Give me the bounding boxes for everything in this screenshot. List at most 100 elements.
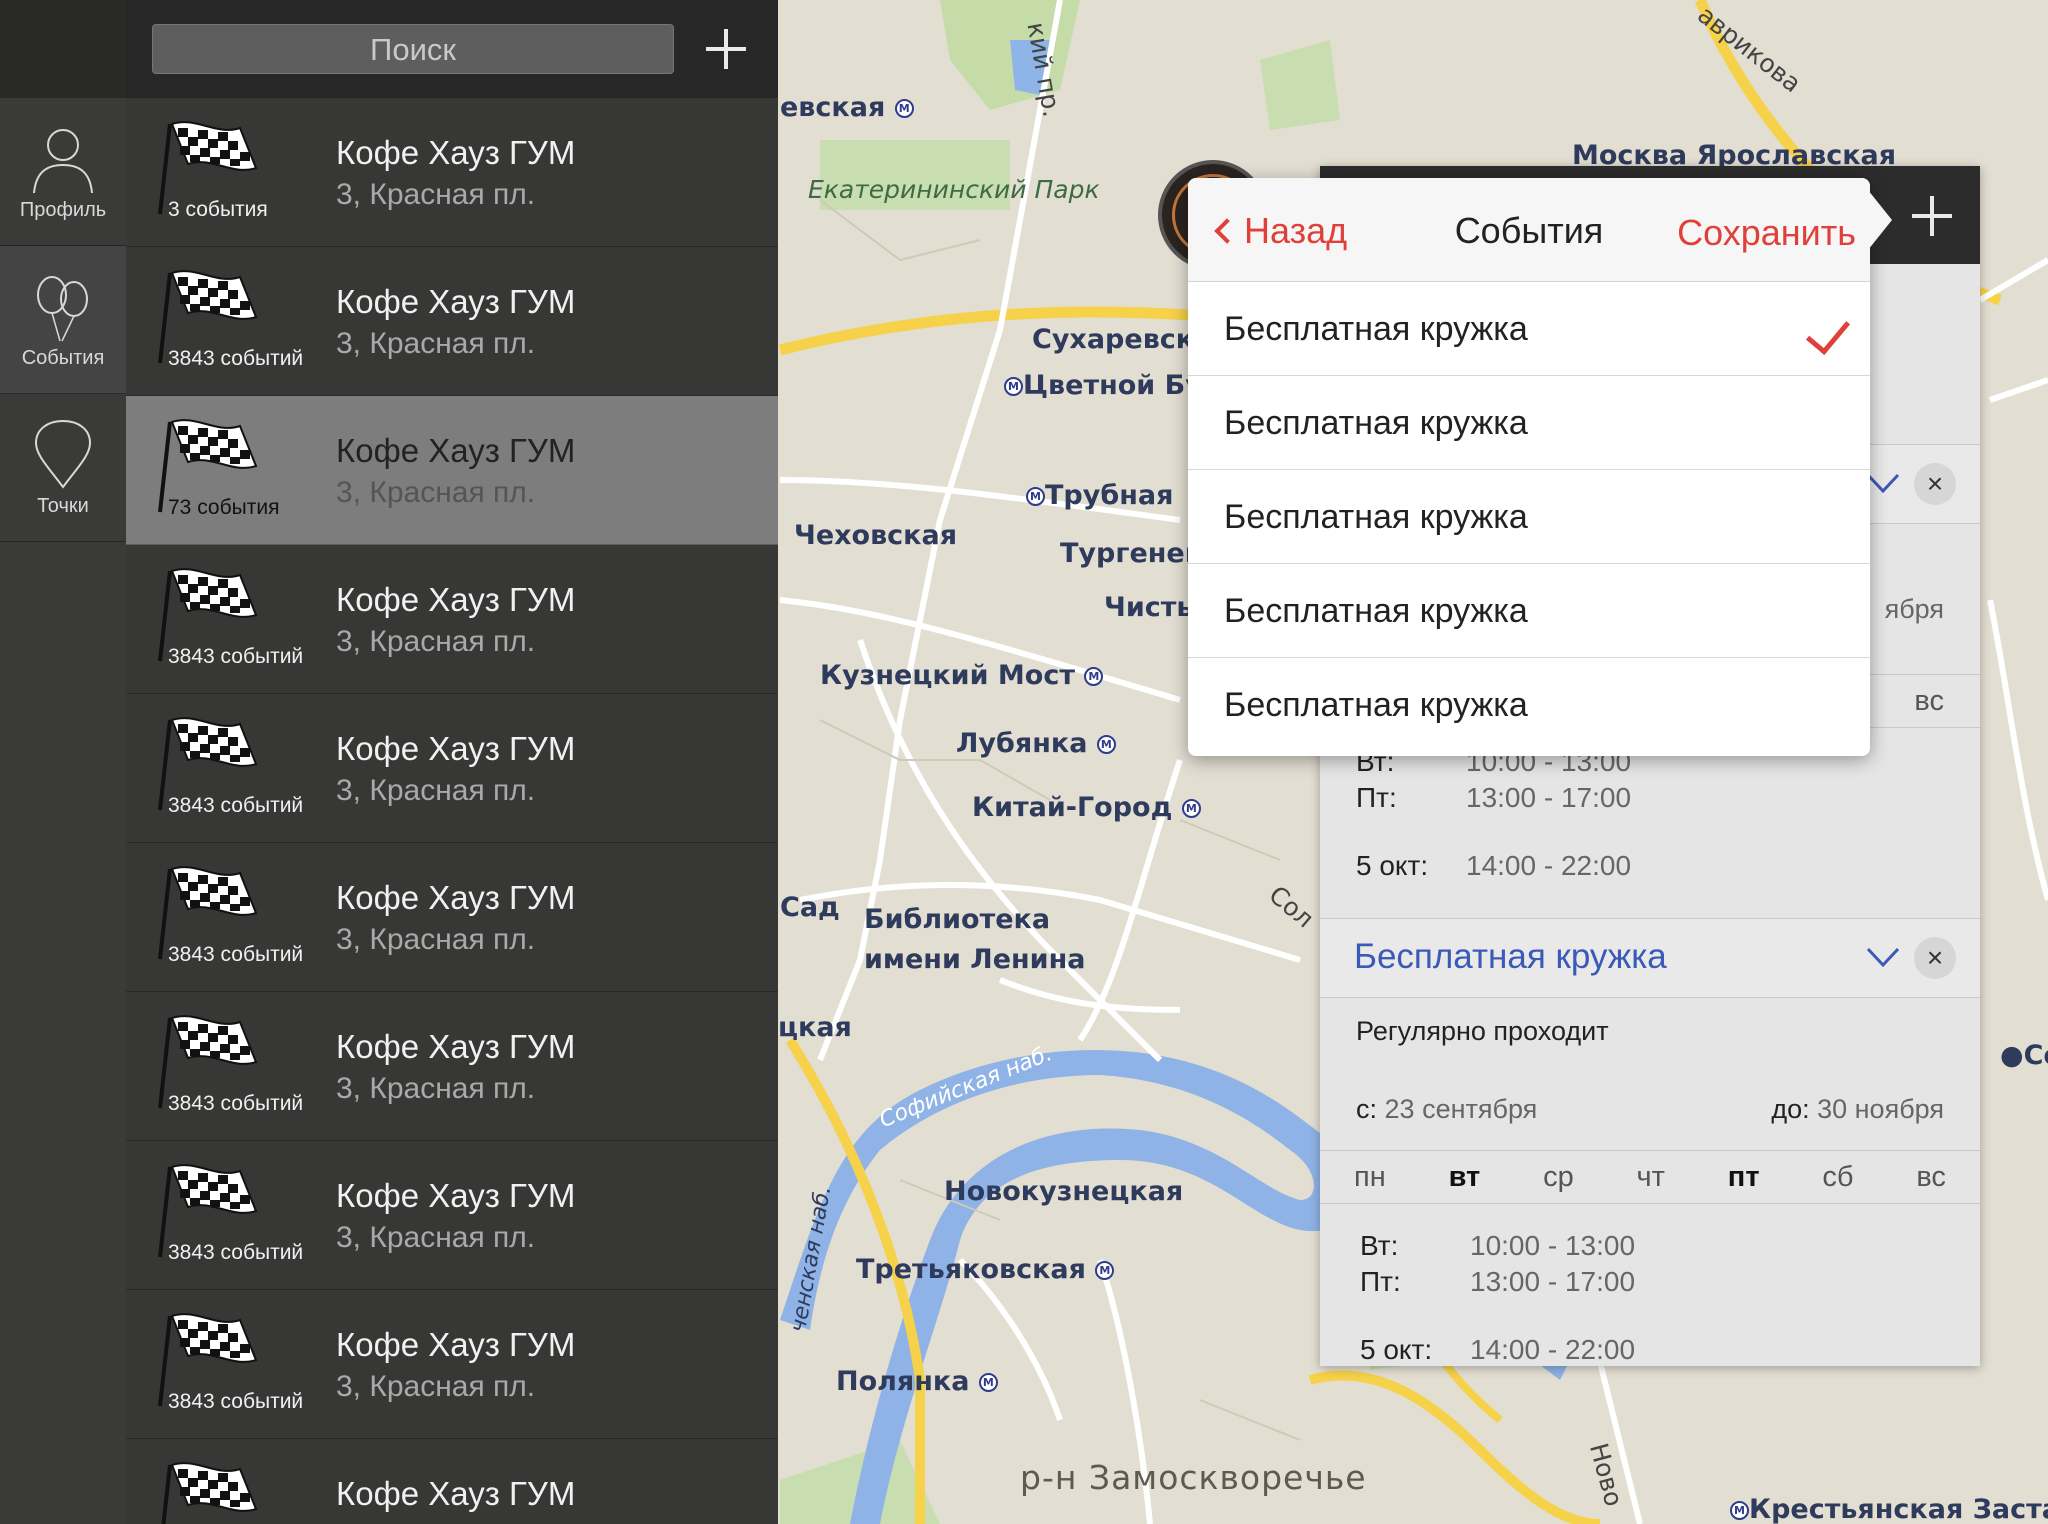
map-label-se: ●Се [2000,1040,2048,1071]
map-label-trubnaya: M Трубная [1026,480,1173,511]
rail-item-profile[interactable]: Профиль [0,98,126,246]
weekday-toggle[interactable]: вт [1449,1161,1481,1194]
place-name: Кофе Хауз ГУМ [336,1177,576,1214]
add-button[interactable] [704,27,748,71]
date-from[interactable]: с: 23 сентября [1356,1094,1537,1125]
event-regular-label: Регулярно проходит [1356,1016,1609,1046]
map-label-tsvetnoy: M Цветной Бу [1004,370,1203,401]
upper-schedule: Вт: 10:00 - 13:00 Пт: 13:00 - 17:00 5 окт:… [1320,728,1980,918]
map-label-chistye: Чисть [1104,592,1194,623]
day-sun[interactable]: вс [1914,685,1944,718]
place-list-item[interactable]: 3843 событий Кофе Хауз ГУМ 3, Красная пл. [126,545,778,694]
map-label-novokuznetskaya: Новокузнецкая [944,1176,1184,1207]
map-label-tretyakovskaya: Третьяковская M [856,1254,1115,1285]
event-option[interactable]: Бесплатная кружка [1188,376,1870,470]
save-button[interactable]: Сохранить [1677,212,1856,254]
event-count: 73 события [168,496,280,519]
close-icon[interactable]: × [1914,463,1956,505]
map-label-sad: Сад [780,892,840,923]
rail-item-events[interactable]: События [0,246,126,394]
place-list-item[interactable]: 3843 событий Кофе Хауз ГУМ 3, Красная пл. [126,1290,778,1439]
map-label-lenina: имени Ленина [864,944,1086,975]
event-option-label: Бесплатная кружка [1224,310,1528,348]
places-list-panel: Поиск 3 события Кофе Хауз ГУМ 3, Красная п… [126,0,778,1524]
places-list: 3 события Кофе Хауз ГУМ 3, Красная пл. 3843… [126,98,778,1524]
weekday-toggle[interactable]: чт [1637,1161,1665,1194]
checkmark-icon [1805,308,1851,356]
chevron-left-icon [1214,218,1240,244]
place-address: 3, Красная пл. [336,1221,536,1254]
place-address: 3, Красная пл. [336,178,536,211]
back-label: Назад [1244,210,1348,251]
rail-top-spacer [0,0,126,98]
list-header: Поиск [126,0,778,98]
place-list-item[interactable]: 73 события Кофе Хауз ГУМ 3, Красная пл. [126,396,778,545]
event-count: 3843 событий [168,645,304,668]
weekday-toggle[interactable]: пн [1354,1161,1386,1194]
event-option[interactable]: Бесплатная кружка [1188,282,1870,376]
weekday-toggle[interactable]: пт [1728,1161,1760,1194]
add-event-button[interactable] [1910,194,1954,238]
close-icon[interactable]: × [1914,937,1956,979]
popover-header: События Назад Сохранить [1188,178,1870,282]
event-count: 3843 событий [168,1241,304,1264]
map-label-polyanka: Полянка M [836,1366,998,1397]
place-address: 3, Красная пл. [336,1370,536,1403]
event-option[interactable]: Бесплатная кружка [1188,564,1870,658]
place-list-item[interactable]: 3843 событий Кофе Хауз ГУМ 3, Красная пл. [126,247,778,396]
upper-range-to: ября [1884,594,1944,624]
event-title[interactable]: Бесплатная кружка [1354,937,1667,977]
schedule-row: Пт: 13:00 - 17:00 [1360,1266,1636,1297]
place-list-item[interactable]: 3843 событий Кофе Хауз ГУМ 3, Красная пл. [126,694,778,843]
event-header[interactable]: Бесплатная кружка × [1320,918,1980,998]
metro-icon: M [1730,1501,1749,1520]
place-name: Кофе Хауз ГУМ [336,581,576,618]
chevron-down-icon[interactable] [1866,947,1900,967]
weekday-selector: пн вт ср чт пт сб вс [1320,1150,1980,1204]
map-label-kitai-gorod: Китай-Город M [972,792,1201,823]
event-option-label: Бесплатная кружка [1224,686,1528,724]
chevron-down-icon[interactable] [1866,473,1900,493]
place-name: Кофе Хауз ГУМ [336,1326,576,1363]
weekday-toggle[interactable]: ср [1543,1161,1574,1194]
metro-icon: M [1026,487,1045,506]
place-name: Кофе Хауз ГУМ [336,1028,576,1065]
event-option[interactable]: Бесплатная кружка [1188,658,1870,752]
popover-arrow [1868,190,1892,250]
place-address: 3, Красная пл. [336,923,536,956]
metro-icon: M [1181,799,1201,818]
map-label-krasnoselskaya: евская M [780,92,914,123]
profile-icon [33,129,93,194]
event-option[interactable]: Бесплатная кружка [1188,470,1870,564]
place-list-item[interactable]: 3 события Кофе Хауз ГУМ 3, Красная пл. [126,98,778,247]
place-address: 3, Красная пл. [336,327,536,360]
schedule-row: 5 окт: 14:00 - 22:00 [1360,1334,1636,1365]
place-list-item[interactable]: 3843 событий Кофе Хауз ГУМ 3, Красная пл. [126,1141,778,1290]
map-label-ckaya: цкая [778,1012,852,1043]
map-label-library: Библиотека [864,904,1051,935]
weekday-toggle[interactable]: сб [1822,1161,1853,1194]
map-label-krestyanskaya: M Крестьянская Заста [1730,1494,2048,1524]
event-count: 3 события [168,198,268,221]
map-label-kuznetsky-most: Кузнецкий Мост M [820,660,1104,691]
weekday-toggle[interactable]: вс [1916,1161,1946,1194]
map-label-lubyanka: Лубянка M [956,728,1116,759]
place-list-item[interactable]: Кофе Хауз ГУМ [126,1439,778,1524]
map-label-zamoskvorechye: р-н Замоскворечье [1020,1458,1367,1497]
back-button[interactable]: Назад [1212,210,1347,252]
place-list-item[interactable]: 3843 событий Кофе Хауз ГУМ 3, Красная пл. [126,992,778,1141]
map-label-turgenevskaya: Тургенев [1060,538,1202,569]
place-address: 3, Красная пл. [336,476,536,509]
map-label-ekaterininsky-park: Екатерининский Парк [808,175,1100,204]
place-list-item[interactable]: 3843 событий Кофе Хауз ГУМ 3, Красная пл. [126,843,778,992]
place-address: 3, Красная пл. [336,1072,536,1105]
rail-item-points[interactable]: Точки [0,394,126,542]
place-name: Кофе Хауз ГУМ [336,879,576,916]
events-popover: События Назад Сохранить Бесплатная кружк… [1188,178,1892,756]
date-to[interactable]: до: 30 ноября [1771,1094,1944,1125]
schedule-row: Пт: 13:00 - 17:00 [1356,782,1632,813]
search-input[interactable]: Поиск [152,24,674,74]
place-address: 3, Красная пл. [336,625,536,658]
event-date-range: с: 23 сентября до: 30 ноября [1320,1070,1980,1150]
rail-label: События [21,347,105,369]
